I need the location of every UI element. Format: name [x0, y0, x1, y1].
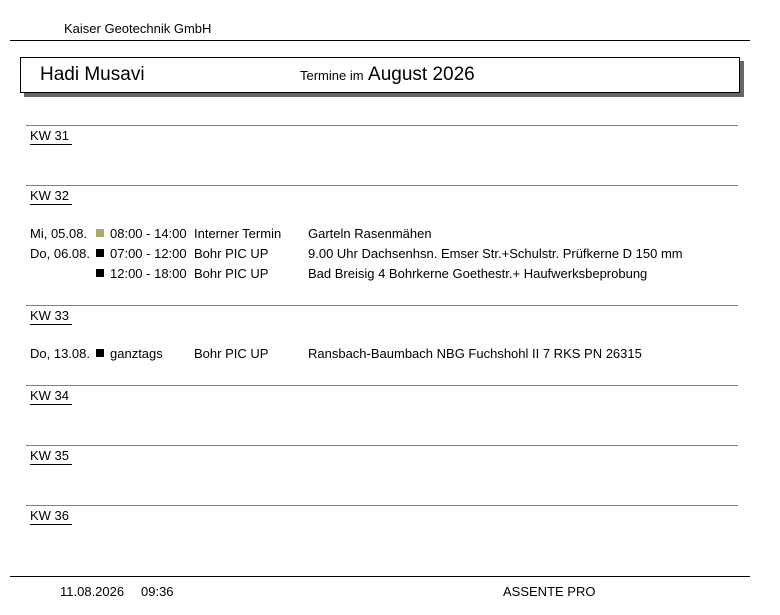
week-divider — [26, 305, 738, 306]
entry-type: Bohr PIC UP — [194, 246, 269, 261]
entry-text: Garteln Rasenmähen — [308, 226, 432, 241]
entry-type: Interner Termin — [194, 226, 282, 241]
entry-time: 07:00 - 12:00 — [110, 246, 187, 261]
entry-day: Do, 06.08. — [30, 246, 90, 261]
entry-type: Bohr PIC UP — [194, 346, 269, 361]
entry-text: Bad Breisig 4 Bohrkerne Goethestr.+ Hauf… — [308, 266, 648, 281]
entry-time: 08:00 - 14:00 — [110, 226, 187, 241]
week-divider — [26, 385, 738, 386]
category-marker-icon — [96, 349, 104, 357]
entry-time: ganztags — [110, 346, 163, 361]
week-label: KW 36 — [30, 508, 72, 525]
week-divider — [26, 125, 738, 126]
report-period: Termine im August 2026 — [300, 64, 475, 86]
week-divider — [26, 505, 738, 506]
category-marker-icon — [96, 269, 104, 277]
week-label: KW 31 — [30, 128, 72, 145]
week-label: KW 34 — [30, 388, 72, 405]
company-name: Kaiser Geotechnik GmbH — [64, 21, 212, 36]
entry-day: Do, 13.08. — [30, 346, 90, 361]
print-time: 09:36 — [141, 584, 174, 599]
period-month: August 2026 — [368, 64, 475, 85]
report-header-box: Hadi Musavi Termine im August 2026 — [20, 57, 740, 93]
week-label: KW 33 — [30, 308, 72, 325]
week-divider — [26, 185, 738, 186]
header-divider — [10, 40, 750, 41]
week-label: KW 35 — [30, 448, 72, 465]
entry-day: Mi, 05.08. — [30, 226, 88, 241]
category-marker-icon — [96, 249, 104, 257]
category-marker-icon — [96, 229, 104, 237]
entry-type: Bohr PIC UP — [194, 266, 269, 281]
week-label: KW 32 — [30, 188, 72, 205]
person-name: Hadi Musavi — [40, 64, 145, 85]
print-date: 11.08.2026 — [60, 584, 125, 599]
entry-text: 9.00 Uhr Dachsenhsn. Emser Str.+Schulstr… — [308, 246, 683, 261]
footer-divider — [10, 576, 750, 577]
entry-time: 12:00 - 18:00 — [110, 266, 187, 281]
week-divider — [26, 445, 738, 446]
period-prefix: Termine im — [300, 68, 364, 83]
entry-text: Ransbach-Baumbach NBG Fuchshohl II 7 RKS… — [308, 346, 642, 361]
app-name: ASSENTE PRO — [503, 584, 596, 599]
